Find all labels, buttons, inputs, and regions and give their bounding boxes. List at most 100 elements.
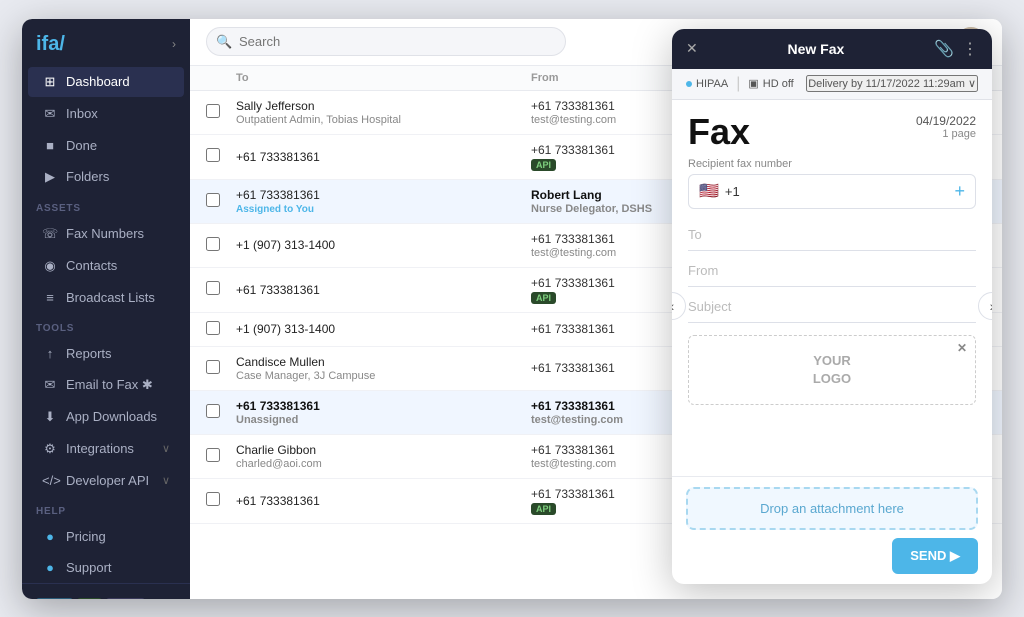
hipaa-badge: HIPAA: [36, 598, 73, 599]
new-fax-body: Fax 04/19/2022 1 page Recipient fax numb…: [672, 100, 992, 476]
sidebar-nav-developer-api[interactable]: </> Developer API ∨: [28, 466, 184, 495]
fax-number-input-wrap: 🇺🇸 +: [688, 174, 976, 209]
sidebar-nav-folders[interactable]: ▶ Folders: [28, 162, 184, 192]
row-checkbox[interactable]: [206, 404, 220, 418]
delivery-option[interactable]: Delivery by 11/17/2022 11:29am ∨: [806, 75, 978, 92]
flag-icon: 🇺🇸: [699, 181, 719, 201]
hd-icon: ▣: [748, 77, 758, 90]
recipient-label: Recipient fax number: [688, 158, 976, 170]
sidebar-item-label: Support: [66, 560, 112, 575]
chevron-down-icon-2: ∨: [162, 474, 170, 487]
to-sub: Unassigned: [236, 414, 531, 426]
help-section-label: HELP: [22, 496, 190, 521]
row-checkbox[interactable]: [206, 448, 220, 462]
row-checkbox[interactable]: [206, 193, 220, 207]
sidebar-bottom: HIPAA API 250 dn iFax Plus ⚙ 35% used ⓘ: [22, 583, 190, 599]
sidebar-nav-contacts[interactable]: ◉ Contacts: [28, 251, 184, 281]
api-badge: API: [531, 292, 556, 304]
row-checkbox[interactable]: [206, 237, 220, 251]
dashboard-icon: ⊞: [42, 74, 58, 90]
new-fax-title: New Fax: [698, 41, 934, 57]
new-fax-sub-header: HIPAA | ▣ HD off Delivery by 11/17/2022 …: [672, 69, 992, 100]
row-checkbox[interactable]: [206, 360, 220, 374]
hd-option[interactable]: ▣ HD off: [748, 77, 793, 90]
sidebar-nav-support[interactable]: ● Support: [28, 553, 184, 582]
folder-icon: ▶: [42, 169, 58, 185]
downloads-icon: ⬇: [42, 409, 58, 425]
to-name: +61 733381361: [236, 494, 531, 508]
more-options-icon[interactable]: ⋮: [962, 39, 978, 59]
fax-date: 04/19/2022: [916, 114, 976, 128]
to-sub: Case Manager, 3J Campuse: [236, 370, 531, 382]
sidebar-item-label: Reports: [66, 346, 112, 361]
to-name: +1 (907) 313-1400: [236, 322, 531, 336]
sidebar-nav-inbox[interactable]: ✉ Inbox: [28, 99, 184, 129]
sidebar-item-label: Email to Fax ✱: [66, 377, 153, 393]
row-checkbox[interactable]: [206, 281, 220, 295]
email-fax-icon: ✉: [42, 377, 58, 393]
sidebar-item-label: Fax Numbers: [66, 226, 144, 241]
send-button[interactable]: SEND ▶: [892, 538, 978, 574]
sidebar-nav-dashboard[interactable]: ⊞ Dashboard: [28, 67, 184, 97]
to-name: Sally Jefferson: [236, 99, 531, 113]
to-sub: Outpatient Admin, Tobias Hospital: [236, 114, 531, 126]
search-input[interactable]: [206, 27, 566, 56]
sidebar-nav-done[interactable]: ■ Done: [28, 131, 184, 160]
logo-line2: LOGO: [813, 370, 851, 388]
sidebar-item-label: Broadcast Lists: [66, 290, 155, 305]
api-badge: API: [77, 598, 102, 599]
sidebar-item-label: Done: [66, 138, 97, 153]
header-checkbox: [206, 72, 236, 84]
row-checkbox[interactable]: [206, 148, 220, 162]
logo-placeholder: ✕ YOUR LOGO: [688, 335, 976, 405]
sidebar-collapse-icon[interactable]: ›: [172, 37, 176, 51]
row-checkbox[interactable]: [206, 321, 220, 335]
sidebar-item-label: Inbox: [66, 106, 98, 121]
sidebar-item-label: Integrations: [66, 441, 134, 456]
logo-line1: YOUR: [813, 352, 851, 370]
drop-attachment-zone[interactable]: Drop an attachment here: [686, 487, 978, 530]
sidebar-item-label: Pricing: [66, 529, 106, 544]
done-icon: ■: [42, 138, 58, 153]
header-to: To: [236, 72, 531, 84]
storage-badge: 250 dn: [106, 598, 145, 599]
from-field-input[interactable]: [688, 255, 976, 287]
row-checkbox[interactable]: [206, 492, 220, 506]
app-container: ifa/ › ⊞ Dashboard ✉ Inbox ■ Done ▶ Fold…: [22, 19, 1002, 599]
assets-section-label: ASSETS: [22, 193, 190, 218]
hipaa-dot: [686, 81, 692, 87]
close-button[interactable]: ✕: [686, 40, 698, 57]
attach-icon[interactable]: 📎: [934, 39, 954, 59]
sidebar-nav-pricing[interactable]: ● Pricing: [28, 522, 184, 551]
sidebar-item-label: Folders: [66, 169, 109, 184]
to-name: Candisce Mullen: [236, 355, 531, 369]
plan-badges: HIPAA API 250 dn: [32, 594, 180, 599]
send-button-wrap: SEND ▶: [686, 538, 978, 574]
integrations-icon: ⚙: [42, 441, 58, 457]
hipaa-option[interactable]: HIPAA: [686, 78, 728, 90]
fax-preview-header: Fax 04/19/2022 1 page: [688, 114, 976, 150]
tools-section-label: TOOLS: [22, 313, 190, 338]
sidebar-nav-integrations[interactable]: ⚙ Integrations ∨: [28, 434, 184, 464]
api-badge: API: [531, 159, 556, 171]
fax-number-input[interactable]: [725, 184, 949, 199]
header-actions: 📎 ⋮: [934, 39, 978, 59]
row-checkbox[interactable]: [206, 104, 220, 118]
sidebar-nav-broadcast-lists[interactable]: ≡ Broadcast Lists: [28, 283, 184, 312]
reports-icon: ↑: [42, 346, 58, 361]
to-field-input[interactable]: [688, 219, 976, 251]
api-icon: </>: [42, 473, 58, 488]
sidebar-nav-email-to-fax[interactable]: ✉ Email to Fax ✱: [28, 370, 184, 400]
sidebar-nav-app-downloads[interactable]: ⬇ App Downloads: [28, 402, 184, 432]
to-name: +61 733381361: [236, 150, 531, 164]
sidebar-nav-reports[interactable]: ↑ Reports: [28, 339, 184, 368]
inbox-icon: ✉: [42, 106, 58, 122]
to-name: Charlie Gibbon: [236, 443, 531, 457]
subject-field-input[interactable]: [688, 291, 976, 323]
new-fax-panel: ✕ New Fax 📎 ⋮ HIPAA | ▣ HD off Deliver: [672, 29, 992, 584]
sidebar-item-label: Contacts: [66, 258, 117, 273]
add-number-button[interactable]: +: [954, 181, 965, 202]
remove-logo-button[interactable]: ✕: [957, 340, 967, 357]
sidebar: ifa/ › ⊞ Dashboard ✉ Inbox ■ Done ▶ Fold…: [22, 19, 190, 599]
sidebar-nav-fax-numbers[interactable]: ☏ Fax Numbers: [28, 219, 184, 249]
